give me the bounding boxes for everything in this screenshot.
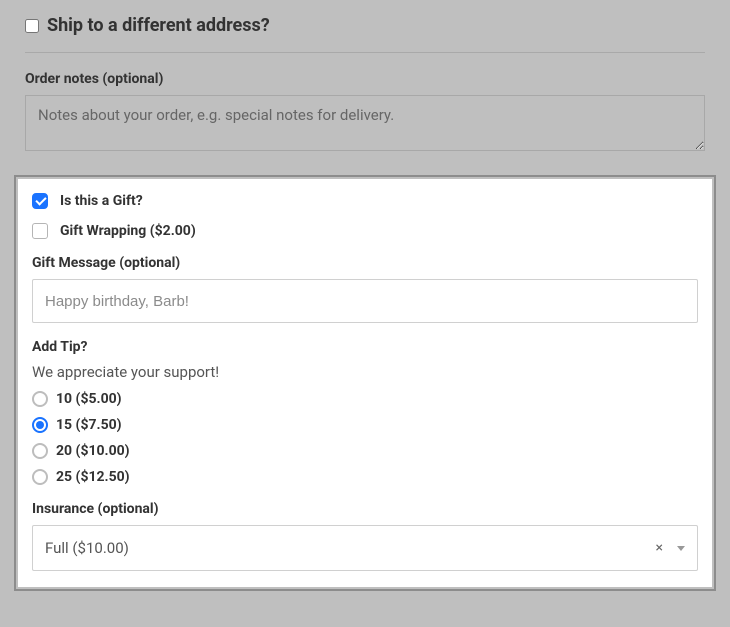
gift-message-label: Gift Message (optional) bbox=[32, 255, 698, 271]
insurance-selected-value: Full ($10.00) bbox=[45, 539, 648, 557]
ship-different-address-label[interactable]: Ship to a different address? bbox=[47, 15, 270, 36]
add-tip-label: Add Tip? bbox=[32, 339, 698, 355]
tip-option-row: 15 ($7.50) bbox=[32, 417, 698, 433]
gift-wrapping-row: Gift Wrapping ($2.00) bbox=[32, 223, 698, 239]
tip-radio-10[interactable] bbox=[32, 391, 48, 407]
tip-radio-20[interactable] bbox=[32, 443, 48, 459]
order-notes-textarea[interactable] bbox=[25, 95, 705, 151]
clear-icon[interactable]: × bbox=[648, 536, 671, 560]
is-gift-label[interactable]: Is this a Gift? bbox=[60, 193, 143, 209]
gift-tip-insurance-panel: Is this a Gift? Gift Wrapping ($2.00) Gi… bbox=[18, 179, 712, 587]
tip-radio-10-label[interactable]: 10 ($5.00) bbox=[56, 391, 122, 407]
ship-different-address-row: Ship to a different address? bbox=[25, 15, 705, 53]
tip-radio-15-label[interactable]: 15 ($7.50) bbox=[56, 417, 122, 433]
tip-option-row: 10 ($5.00) bbox=[32, 391, 698, 407]
ship-different-address-checkbox[interactable] bbox=[25, 19, 39, 33]
insurance-select[interactable]: Full ($10.00) × bbox=[32, 525, 698, 571]
tip-radio-25-label[interactable]: 25 ($12.50) bbox=[56, 469, 130, 485]
chevron-down-icon[interactable] bbox=[677, 546, 685, 551]
tip-radio-15[interactable] bbox=[32, 417, 48, 433]
tip-radio-25[interactable] bbox=[32, 469, 48, 485]
insurance-label: Insurance (optional) bbox=[32, 501, 698, 517]
order-notes-label: Order notes (optional) bbox=[25, 71, 705, 87]
is-gift-checkbox[interactable] bbox=[32, 193, 48, 209]
tip-option-row: 20 ($10.00) bbox=[32, 443, 698, 459]
tip-option-row: 25 ($12.50) bbox=[32, 469, 698, 485]
tip-support-text: We appreciate your support! bbox=[32, 363, 698, 381]
tip-radio-20-label[interactable]: 20 ($10.00) bbox=[56, 443, 130, 459]
is-gift-row: Is this a Gift? bbox=[32, 193, 698, 209]
gift-message-input[interactable] bbox=[32, 279, 698, 323]
gift-wrapping-label[interactable]: Gift Wrapping ($2.00) bbox=[60, 223, 196, 239]
gift-wrapping-checkbox[interactable] bbox=[32, 223, 48, 239]
